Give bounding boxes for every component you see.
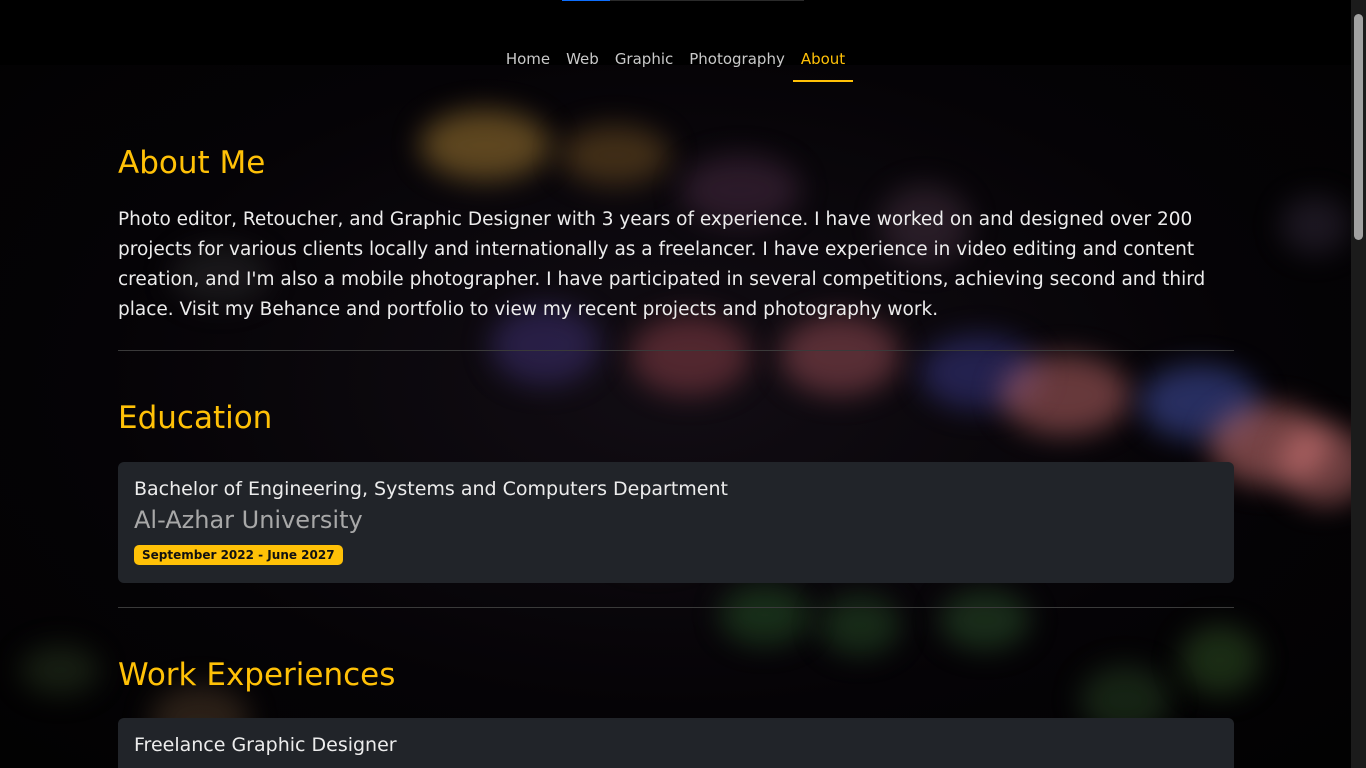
page: Home Web Graphic Photography About About… [0, 0, 1351, 768]
date-badge: September 2022 - June 2027 [134, 545, 343, 565]
main-nav: Home Web Graphic Photography About [0, 44, 1351, 82]
education-card: Bachelor of Engineering, Systems and Com… [118, 462, 1234, 583]
scrollbar-thumb[interactable] [1354, 14, 1363, 240]
education-title: Education [118, 400, 273, 436]
nav-home[interactable]: Home [498, 44, 558, 82]
divider [118, 607, 1234, 608]
scroll-progress-fill [562, 0, 611, 1]
school-name: Al-Azhar University [134, 506, 363, 534]
degree-title: Bachelor of Engineering, Systems and Com… [134, 478, 728, 500]
about-text: Photo editor, Retoucher, and Graphic Des… [118, 209, 1206, 320]
scroll-progress-bar [562, 0, 804, 1]
nav-graphic[interactable]: Graphic [607, 44, 681, 82]
nav-photography[interactable]: Photography [681, 44, 793, 82]
divider [118, 350, 1234, 351]
scrollbar[interactable] [1351, 0, 1366, 768]
work-title: Work Experiences [118, 657, 396, 693]
work-role: Freelance Graphic Designer [134, 734, 397, 756]
nav-about[interactable]: About [792, 44, 854, 82]
about-title: About Me [118, 145, 266, 181]
nav-web[interactable]: Web [558, 44, 607, 82]
work-card: Freelance Graphic Designer [118, 718, 1234, 768]
